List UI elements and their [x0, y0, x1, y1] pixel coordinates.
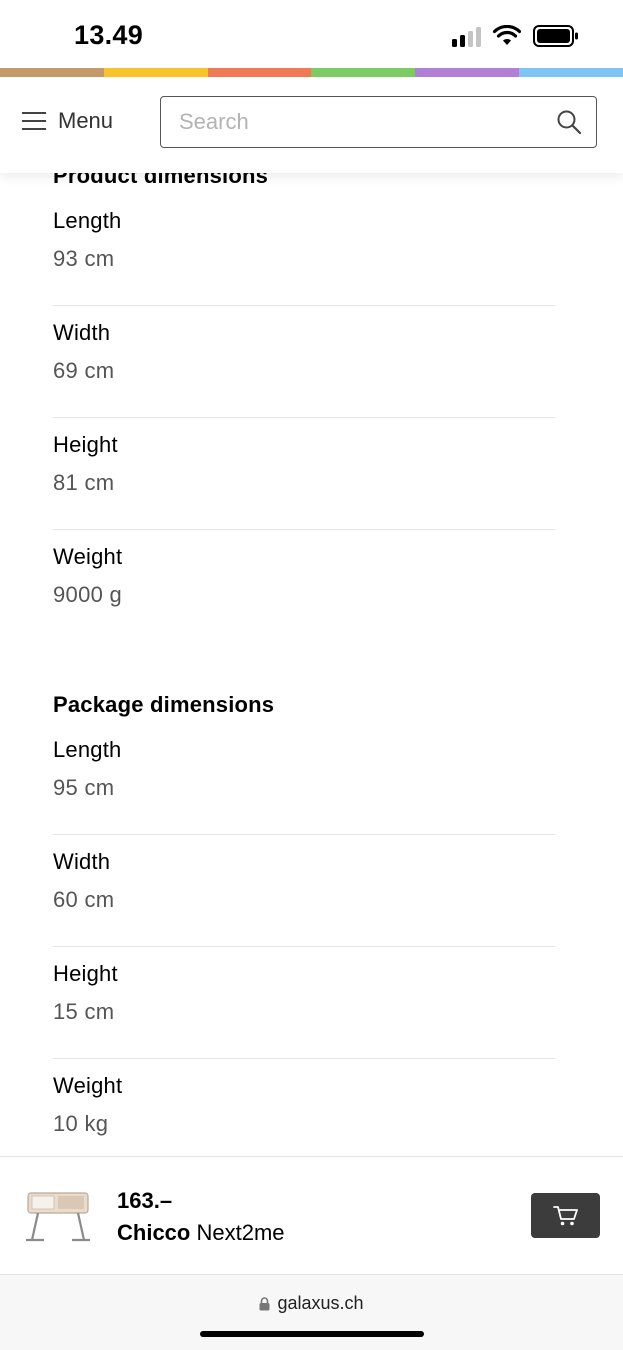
brand-color-stripe — [0, 68, 623, 77]
menu-label: Menu — [58, 108, 114, 133]
url-display[interactable]: galaxus.ch — [0, 1293, 623, 1314]
wifi-icon — [493, 25, 521, 45]
spec-label: Width — [53, 320, 111, 345]
spec-value: 9000 g — [53, 582, 123, 607]
stripe-segment-4 — [311, 68, 416, 77]
spec-value: 69 cm — [53, 358, 115, 383]
product-brand: Chicco — [117, 1220, 191, 1245]
page: 13.49 Menu Search Product dimensions Len… — [0, 0, 623, 1350]
spec-value: 81 cm — [53, 470, 115, 495]
menu-button[interactable]: Menu — [22, 108, 113, 134]
spec-label: Weight — [53, 544, 123, 569]
spec-value: 10 kg — [53, 1111, 109, 1136]
hamburger-icon — [22, 112, 46, 130]
sticky-product-bar: 163.– Chicco Next2me — [0, 1156, 623, 1275]
product-name[interactable]: Chicco Next2me — [117, 1220, 285, 1246]
lock-icon — [259, 1296, 270, 1310]
stripe-segment-5 — [415, 68, 520, 77]
spec-label: Length — [53, 737, 122, 762]
spec-row-package-weight: Weight 10 kg — [53, 1059, 555, 1171]
battery-icon — [533, 25, 578, 47]
status-bar: 13.49 — [0, 0, 623, 68]
site-header: Menu — [0, 77, 623, 173]
spec-row-product-width: Width 69 cm — [53, 306, 555, 418]
stripe-segment-6 — [519, 68, 623, 77]
spec-row-package-height: Height 15 cm — [53, 947, 555, 1059]
spec-value: 93 cm — [53, 246, 115, 271]
spec-value: 15 cm — [53, 999, 115, 1024]
spec-label: Height — [53, 432, 118, 457]
package-dimensions-title: Package dimensions — [53, 692, 275, 717]
url-text: galaxus.ch — [277, 1293, 364, 1313]
search-icon[interactable] — [556, 109, 582, 135]
product-price: 163.– — [117, 1188, 173, 1213]
stripe-segment-1 — [0, 68, 104, 77]
cellular-signal-icon — [452, 25, 481, 47]
spec-row-package-width: Width 60 cm — [53, 835, 555, 947]
spec-row-product-length: Length 93 cm — [53, 194, 555, 306]
search-input[interactable] — [161, 97, 541, 146]
shopping-cart-icon — [552, 1205, 578, 1225]
product-model: Next2me — [196, 1220, 285, 1245]
spec-label: Weight — [53, 1073, 123, 1098]
spec-row-product-weight: Weight 9000 g — [53, 530, 555, 642]
spec-label: Width — [53, 849, 111, 874]
add-to-cart-button[interactable] — [531, 1193, 600, 1238]
spec-value: 60 cm — [53, 887, 115, 912]
browser-url-bar: galaxus.ch — [0, 1274, 623, 1350]
spec-content: Product dimensions Length 93 cm Width 69… — [0, 0, 623, 1350]
spec-row-product-height: Height 81 cm — [53, 418, 555, 530]
status-icons — [452, 24, 579, 48]
stripe-segment-2 — [103, 68, 208, 77]
status-time: 13.49 — [74, 20, 144, 50]
stripe-segment-3 — [207, 68, 312, 77]
spec-row-package-length: Length 95 cm — [53, 723, 555, 835]
home-indicator[interactable] — [200, 1331, 424, 1337]
spec-value: 95 cm — [53, 775, 115, 800]
spec-label: Length — [53, 208, 122, 233]
search-box — [160, 96, 597, 148]
spec-label: Height — [53, 961, 118, 986]
product-thumbnail[interactable] — [22, 1183, 94, 1247]
